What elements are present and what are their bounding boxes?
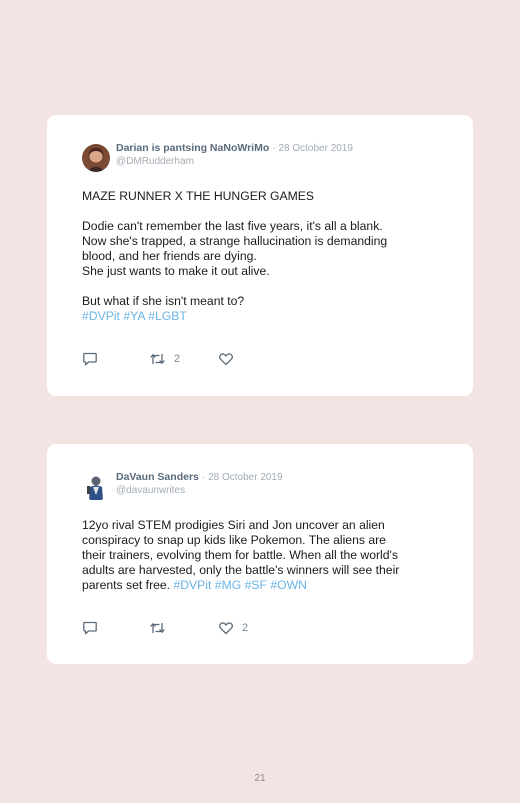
text-line: blood, and her friends are dying. bbox=[82, 249, 257, 263]
hashtag-link[interactable]: #SF bbox=[245, 578, 267, 592]
author-info: Darian is pantsing NaNoWriMo · 28 Octobe… bbox=[116, 142, 353, 168]
hashtag-link[interactable]: #DVPit bbox=[82, 309, 120, 323]
text-line: their trainers, evolving them for battle… bbox=[82, 548, 398, 562]
display-name[interactable]: Darian is pantsing NaNoWriMo bbox=[116, 142, 269, 154]
tweet-actions: 2 bbox=[82, 620, 302, 636]
separator: · bbox=[272, 143, 276, 154]
text-line: She just wants to make it out alive. bbox=[82, 264, 270, 278]
page-number: 21 bbox=[254, 773, 266, 784]
hashtag-link[interactable]: #LGBT bbox=[148, 309, 187, 323]
separator: · bbox=[201, 472, 206, 483]
tweet-date[interactable]: 28 October 2019 bbox=[278, 143, 353, 154]
text-line: But what if she isn't meant to? bbox=[82, 294, 245, 308]
tweet-text: MAZE RUNNER X THE HUNGER GAMES Dodie can… bbox=[82, 189, 427, 324]
user-handle[interactable]: @DMRudderham bbox=[116, 155, 353, 168]
tweet-text: 12yo rival STEM prodigies Siri and Jon u… bbox=[82, 518, 427, 593]
heart-icon bbox=[218, 351, 234, 367]
retweet-button[interactable]: 2 bbox=[149, 351, 180, 367]
tweet-paragraph: MAZE RUNNER X THE HUNGER GAMES bbox=[82, 189, 427, 204]
reply-icon bbox=[82, 620, 98, 636]
like-count: 2 bbox=[242, 622, 249, 634]
reply-button[interactable] bbox=[82, 351, 98, 367]
text-line: parents set free. bbox=[82, 578, 171, 592]
author-info: DaVaun Sanders · 28 October 2019 @davaun… bbox=[116, 471, 283, 497]
tweet-header: Darian is pantsing NaNoWriMo · 28 Octobe… bbox=[82, 142, 442, 174]
retweet-button[interactable] bbox=[149, 620, 174, 636]
heart-icon bbox=[218, 620, 234, 636]
user-handle[interactable]: @davaunwrites bbox=[116, 484, 283, 497]
tweet-paragraph: Dodie can't remember the last five years… bbox=[82, 219, 427, 279]
retweet-count: 2 bbox=[174, 353, 181, 365]
tweet-card: DaVaun Sanders · 28 October 2019 @davaun… bbox=[47, 444, 473, 664]
like-button[interactable] bbox=[218, 351, 242, 367]
tweet-header: DaVaun Sanders · 28 October 2019 @davaun… bbox=[82, 471, 442, 503]
text-line: 12yo rival STEM prodigies Siri and Jon u… bbox=[82, 518, 385, 532]
tweet-paragraph: But what if she isn't meant to? #DVPit #… bbox=[82, 294, 427, 324]
tweet-paragraph: 12yo rival STEM prodigies Siri and Jon u… bbox=[82, 518, 427, 593]
avatar[interactable] bbox=[82, 144, 110, 172]
retweet-icon bbox=[149, 351, 166, 367]
like-button[interactable]: 2 bbox=[218, 620, 248, 636]
reply-icon bbox=[82, 351, 98, 367]
tweet-card: Darian is pantsing NaNoWriMo · 28 Octobe… bbox=[47, 115, 473, 396]
avatar[interactable] bbox=[82, 473, 110, 501]
text-line: MAZE RUNNER X THE HUNGER GAMES bbox=[82, 189, 315, 203]
hashtag-link[interactable]: #MG bbox=[215, 578, 241, 592]
display-name[interactable]: DaVaun Sanders bbox=[116, 471, 199, 483]
hashtag-link[interactable]: #OWN bbox=[270, 578, 307, 592]
tweet-actions: 2 bbox=[82, 351, 302, 367]
reply-button[interactable] bbox=[82, 620, 98, 636]
hashtag-link[interactable]: #DVPit bbox=[173, 578, 211, 592]
tweet-date[interactable]: 28 October 2019 bbox=[208, 472, 283, 483]
text-line: Dodie can't remember the last five years… bbox=[82, 219, 383, 233]
text-line: Now she's trapped, a strange hallucinati… bbox=[82, 234, 388, 248]
text-line: conspiracy to snap up kids like Pokemon.… bbox=[82, 533, 386, 547]
retweet-icon bbox=[149, 620, 166, 636]
text-line: adults are harvested, only the battle's … bbox=[82, 563, 400, 577]
hashtag-link[interactable]: #YA bbox=[123, 309, 144, 323]
